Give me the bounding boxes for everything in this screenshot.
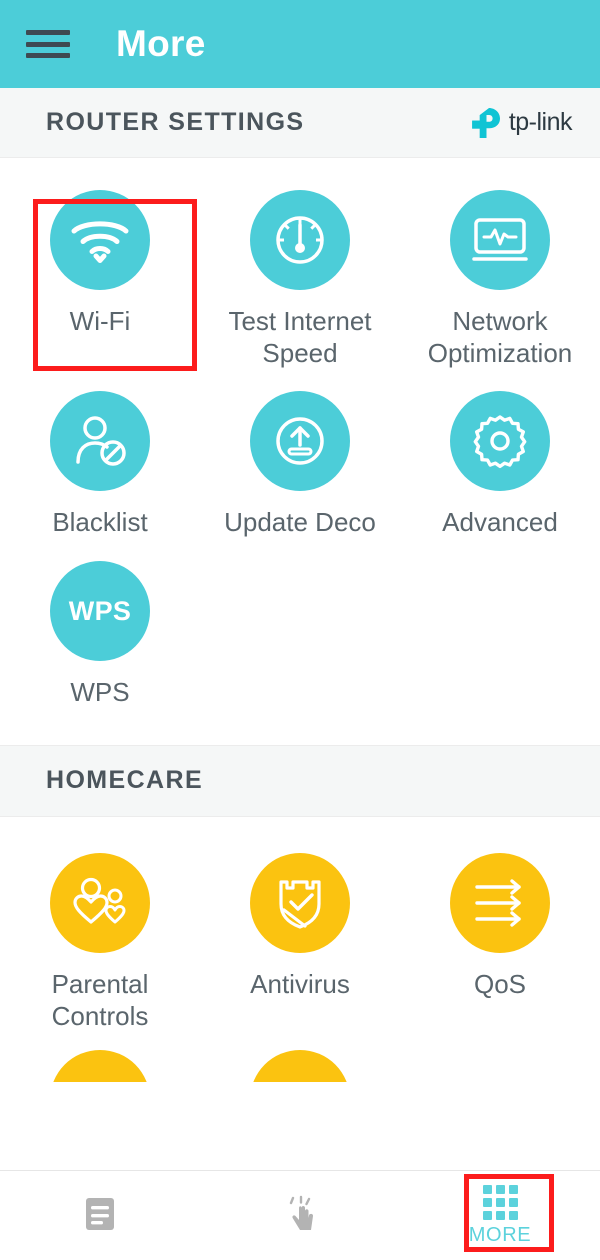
grid-dot xyxy=(495,1197,505,1207)
section-title-homecare: HOMECARE xyxy=(46,766,204,795)
grid-dot xyxy=(508,1210,518,1220)
tile-label: Test Internet Speed xyxy=(228,306,372,368)
tile-label: Advanced xyxy=(442,507,558,538)
grid-dot xyxy=(508,1184,518,1194)
user-blocked-icon xyxy=(50,391,150,492)
tile-label: WPS xyxy=(70,677,130,708)
clipped-circle-icon xyxy=(250,1050,350,1083)
tile-label: Network Optimization xyxy=(427,306,573,368)
clipped-tile-row xyxy=(0,1050,600,1083)
nav-item-more[interactable]: MORE xyxy=(400,1171,600,1260)
app-bar: More xyxy=(0,0,600,88)
tp-link-logo: tp-link xyxy=(469,107,573,139)
tile-label: Blacklist xyxy=(52,507,148,538)
gear-icon xyxy=(450,391,550,492)
tile-update-deco[interactable]: Update Deco xyxy=(200,377,400,547)
grid-dot xyxy=(482,1184,492,1194)
speedometer-icon xyxy=(250,190,350,290)
tile-blacklist[interactable]: Blacklist xyxy=(0,377,200,547)
grid-dot xyxy=(508,1197,518,1207)
nav-label-more: MORE xyxy=(468,1223,532,1246)
tp-link-wordmark: tp-link xyxy=(508,108,573,136)
shield-check-icon xyxy=(250,852,350,953)
grid-dot xyxy=(482,1197,492,1207)
grid-dot xyxy=(482,1210,492,1220)
hamburger-line xyxy=(26,30,70,35)
tile-wifi[interactable]: Wi-Fi xyxy=(0,176,200,377)
upload-circle-icon xyxy=(250,391,350,492)
homecare-header: HOMECARE xyxy=(0,744,600,817)
tile-qos[interactable]: QoS xyxy=(400,839,600,1040)
tile-antivirus[interactable]: Antivirus xyxy=(200,839,400,1040)
homecare-grid: Parental Controls Antivirus QoS xyxy=(0,816,600,1051)
router-settings-header: ROUTER SETTINGS tp-link xyxy=(0,88,600,158)
app-screen: More ROUTER SETTINGS tp-link Wi-Fi Test … xyxy=(0,0,600,1260)
wifi-icon xyxy=(50,190,150,290)
nav-item-shortcuts[interactable] xyxy=(200,1171,400,1260)
tile-parental-controls[interactable]: Parental Controls xyxy=(0,839,200,1040)
nav-item-overview[interactable] xyxy=(0,1171,200,1260)
tile-test-internet-speed[interactable]: Test Internet Speed xyxy=(200,176,400,377)
page-title: More xyxy=(116,23,206,64)
tile-label: Parental Controls xyxy=(51,968,149,1031)
tap-hand-icon xyxy=(289,1195,314,1230)
wps-icon-label: WPS xyxy=(68,595,132,626)
parent-child-hearts-icon xyxy=(50,852,150,953)
grid-spacer xyxy=(400,547,600,717)
grid-dot xyxy=(495,1184,505,1194)
clipped-circle-icon xyxy=(50,1050,150,1083)
clipped-tile[interactable] xyxy=(0,1050,200,1083)
wps-text-icon: WPS xyxy=(50,561,150,662)
hamburger-line xyxy=(26,53,70,58)
bottom-navigation-bar: MORE xyxy=(0,1170,600,1260)
grid-apps-icon xyxy=(482,1184,518,1220)
grid-spacer xyxy=(200,547,400,717)
hamburger-menu-icon[interactable] xyxy=(26,27,70,61)
hamburger-line xyxy=(26,41,70,47)
tp-link-mark-icon xyxy=(472,107,500,138)
tile-label: Wi-Fi xyxy=(69,306,131,336)
clipped-tile-empty xyxy=(400,1050,600,1082)
document-list-icon xyxy=(86,1197,114,1230)
homecare-section: HOMECARE Parental Controls Antivirus QoS xyxy=(0,744,600,1083)
clipped-tile[interactable] xyxy=(200,1050,400,1083)
tile-label: QoS xyxy=(473,968,527,999)
monitor-pulse-icon xyxy=(450,190,550,290)
three-arrows-icon xyxy=(450,852,550,953)
tile-wps[interactable]: WPS WPS xyxy=(0,547,200,717)
section-title-router-settings: ROUTER SETTINGS xyxy=(46,108,305,136)
tile-label: Antivirus xyxy=(250,968,350,999)
grid-dot xyxy=(495,1210,505,1220)
tile-network-optimization[interactable]: Network Optimization xyxy=(400,176,600,377)
tile-label: Update Deco xyxy=(224,507,376,538)
tile-advanced[interactable]: Advanced xyxy=(400,377,600,547)
router-settings-grid: Wi-Fi Test Internet Speed Network Optimi… xyxy=(0,158,600,727)
